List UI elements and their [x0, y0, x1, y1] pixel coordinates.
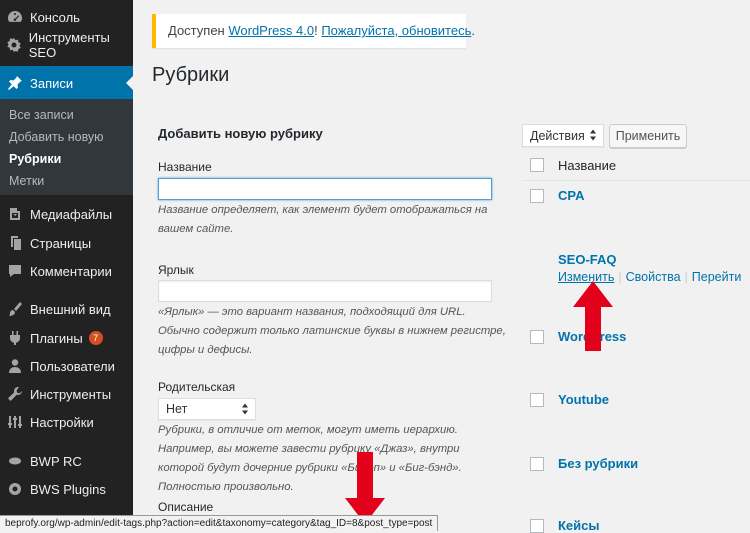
category-name-link[interactable]: Без рубрики — [558, 456, 638, 471]
slug-field-description: «Ярлык» — это вариант названия, подходящ… — [158, 306, 506, 356]
view-link[interactable]: Перейти — [692, 270, 742, 284]
wordpress-version-link[interactable]: WordPress 4.0 — [228, 23, 314, 38]
sidebar-item-pages[interactable]: Страницы — [0, 230, 133, 256]
sidebar-item-label: Консоль — [30, 9, 80, 25]
row-checkbox[interactable] — [530, 330, 544, 344]
action-separator: | — [684, 270, 688, 284]
bulk-actions-selected: Действия — [530, 128, 585, 143]
update-now-link[interactable]: Пожалуйста, обновитесь — [321, 23, 471, 38]
admin-sidebar: Консоль Инструменты SEO Записи Все запис… — [0, 0, 134, 531]
name-field-label: Название — [158, 160, 212, 174]
update-notice: Доступен WordPress 4.0! Пожалуйста, обно… — [152, 14, 475, 48]
seo-tools-icon — [6, 36, 23, 54]
category-slug-input[interactable] — [158, 280, 492, 302]
submenu-item-tags[interactable]: Метки — [9, 174, 44, 188]
plugins-icon — [6, 329, 24, 347]
pin-icon — [6, 74, 24, 92]
parent-field-label: Родительская — [158, 380, 236, 394]
sidebar-item-label: BWP RC — [30, 453, 82, 469]
apply-button[interactable]: Применить — [609, 124, 687, 148]
header-divider — [522, 180, 750, 181]
row-checkbox[interactable] — [530, 393, 544, 407]
slug-field-label: Ярлык — [158, 263, 194, 277]
sidebar-item-label: Комментарии — [30, 263, 112, 279]
bws-icon — [6, 480, 24, 498]
submenu-item-all-posts[interactable]: Все записи — [9, 108, 74, 122]
sidebar-item-label: Внешний вид — [30, 301, 111, 317]
quick-edit-link[interactable]: Свойства — [626, 270, 681, 284]
dashboard-icon — [6, 8, 24, 26]
tools-icon — [6, 385, 24, 403]
posts-submenu: Все записи Добавить новую Рубрики Метки — [0, 99, 133, 195]
sidebar-item-posts[interactable]: Записи — [0, 66, 134, 100]
appearance-icon — [6, 300, 24, 318]
sidebar-item-plugins[interactable]: Плагины 7 — [0, 325, 133, 351]
sidebar-item-label: BWS Plugins — [30, 481, 106, 497]
category-name-link[interactable]: CPA — [558, 188, 584, 203]
pages-icon — [6, 234, 24, 252]
sidebar-item-label: Записи — [30, 75, 74, 91]
category-name-input[interactable] — [158, 178, 492, 200]
submenu-item-categories[interactable]: Рубрики — [9, 152, 61, 166]
parent-category-selected: Нет — [166, 402, 188, 416]
parent-field-description: Рубрики, в отличие от меток, могут иметь… — [158, 424, 462, 493]
sidebar-item-appearance[interactable]: Внешний вид — [0, 296, 133, 322]
column-header-name[interactable]: Название — [558, 158, 616, 173]
sidebar-item-label: Пользователи — [30, 358, 115, 374]
sidebar-item-label: Страницы — [30, 235, 92, 251]
plugins-update-badge: 7 — [88, 331, 103, 345]
name-field-description: Название определяет, как элемент будет о… — [158, 204, 488, 235]
notice-text-prefix: Доступен — [168, 23, 229, 38]
bwp-icon — [6, 452, 24, 470]
sidebar-item-label: Настройки — [30, 414, 94, 430]
bulk-actions-select[interactable]: Действия — [522, 124, 604, 147]
sidebar-item-media[interactable]: Медиафайлы — [0, 201, 133, 227]
sidebar-item-comments[interactable]: Комментарии — [0, 258, 133, 284]
sidebar-item-label: Инструменты SEO — [28, 30, 110, 60]
category-name-link[interactable]: SEO-FAQ — [558, 252, 617, 267]
settings-icon — [6, 413, 24, 431]
parent-category-select[interactable]: Нет — [158, 398, 256, 420]
sidebar-item-dashboard[interactable]: Консоль — [0, 4, 133, 30]
add-category-heading: Добавить новую рубрику — [158, 126, 323, 141]
select-all-checkbox[interactable] — [530, 158, 544, 172]
notice-text-suffix: . — [471, 23, 475, 38]
sidebar-item-label: Плагины — [30, 330, 83, 346]
users-icon — [6, 357, 24, 375]
category-name-link[interactable]: Youtube — [558, 392, 609, 407]
sidebar-item-seo-tools[interactable]: Инструменты SEO — [0, 30, 133, 60]
row-checkbox[interactable] — [530, 189, 544, 203]
description-field-label: Описание — [158, 500, 214, 514]
sidebar-item-settings[interactable]: Настройки — [0, 409, 133, 435]
select-updown-icon — [590, 129, 596, 141]
sidebar-item-label: Инструменты — [30, 386, 112, 402]
page-title: Рубрики — [152, 64, 230, 86]
row-checkbox[interactable] — [530, 457, 544, 471]
comments-icon — [6, 262, 24, 280]
sidebar-item-label: Медиафайлы — [30, 206, 113, 222]
media-icon — [6, 205, 24, 223]
sidebar-item-bwp-rc[interactable]: BWP RC — [0, 448, 133, 474]
sidebar-item-tools[interactable]: Инструменты — [0, 381, 133, 407]
sidebar-item-users[interactable]: Пользователи — [0, 353, 133, 379]
sidebar-item-bws-plugins[interactable]: BWS Plugins — [0, 476, 133, 502]
annotation-arrow-down-icon — [345, 452, 385, 524]
select-updown-icon — [242, 403, 248, 415]
browser-status-bar: beprofy.org/wp-admin/edit-tags.php?actio… — [0, 515, 439, 531]
annotation-arrow-up-icon — [573, 281, 613, 351]
submenu-item-add-new[interactable]: Добавить новую — [9, 130, 104, 144]
action-separator: | — [618, 270, 622, 284]
